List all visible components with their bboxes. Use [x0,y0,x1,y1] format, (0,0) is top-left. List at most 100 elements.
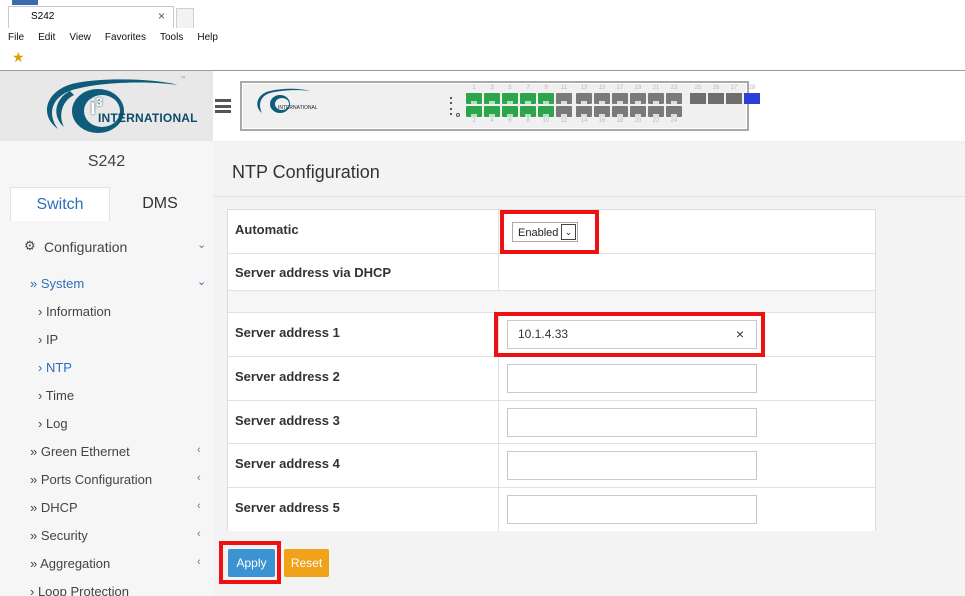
port-11[interactable] [556,93,572,104]
port-15[interactable] [594,93,610,104]
new-tab-button[interactable] [176,8,194,28]
port-24[interactable] [666,106,682,117]
menu-file[interactable]: File [0,30,30,46]
column-divider [498,254,499,290]
chevron-left-icon: ‹ [197,472,201,484]
port-number-label: 17 [616,85,624,91]
port-5[interactable] [502,93,518,104]
port-number-label: 19 [634,85,642,91]
tab-close-icon[interactable]: × [158,9,165,23]
sidebar-tabs: Switch DMS [10,187,210,221]
row-label: Automatic [235,222,299,237]
column-divider [498,357,499,400]
hamburger-menu-icon[interactable] [215,99,231,113]
port-22[interactable] [648,106,664,117]
chevron-down-icon: ⌄ [197,239,207,251]
server-address-4-input[interactable] [507,451,757,480]
table-row-server3: Server address 3 [228,401,875,444]
port-20[interactable] [630,106,646,117]
sfp-column: 26 [708,85,724,125]
sfp-port-27[interactable] [726,93,742,104]
port-3[interactable] [484,93,500,104]
browser-tab[interactable]: S242 × [8,6,174,28]
port-23[interactable] [666,93,682,104]
port-18[interactable] [612,106,628,117]
menu-view[interactable]: View [61,30,97,46]
port-number-label: 15 [598,85,606,91]
table-row-server4: Server address 4 [228,444,875,488]
sidebar-item-label: › Log [38,416,68,431]
port-12[interactable] [556,106,572,117]
column-divider [498,401,499,443]
tab-switch[interactable]: Switch [10,187,110,221]
port-14[interactable] [576,106,592,117]
reset-button[interactable]: Reset [284,549,329,577]
port-17[interactable] [612,93,628,104]
port-column: 15 16 [594,85,610,125]
sidebar-item-label: › Loop Protection [30,584,130,596]
logo-trademark: ™ [180,76,186,83]
port-1[interactable] [466,93,482,104]
port-7[interactable] [520,93,536,104]
sfp-column: 27 [726,85,742,125]
table-row-server5: Server address 5 [228,488,875,531]
port-number-label: 28 [748,85,756,91]
gear-icon: ⚙ [24,238,36,253]
switch-front-panel: INTERNATIONAL 1 2 3 4 5 6 7 8 9 10 11 12 13 14 15 16 17 1… [240,81,760,131]
sfp-port-26[interactable] [708,93,724,104]
port-number-label: 13 [580,85,588,91]
sfp-port-28[interactable] [744,93,760,104]
port-column: 78 [520,85,536,125]
tab-accent [12,0,38,5]
port-9[interactable] [538,93,554,104]
server-address-3-input[interactable] [507,408,757,437]
row-label: Server address 3 [235,413,340,428]
menu-favorites[interactable]: Favorites [97,30,152,46]
port-number-label: 7 [526,85,530,91]
sidebar-item-label: › NTP [38,360,72,375]
menu-help[interactable]: Help [189,30,224,46]
chevron-down-icon: ⌄ [197,276,207,288]
main-content: NTP Configuration Automatic Enabled ⌄ Se… [213,141,965,596]
port-16[interactable] [594,106,610,117]
port-13[interactable] [576,93,592,104]
menu-tools[interactable]: Tools [152,30,189,46]
ntp-config-table: Automatic Enabled ⌄ Server address via D… [227,209,876,531]
port-6[interactable] [502,106,518,117]
port-number-label: 10 [542,118,550,124]
port-column: 9 10 [538,85,554,125]
port-8[interactable] [520,106,536,117]
port-number-label: 20 [634,118,642,124]
port-group: 1 2 3 4 5 6 7 8 9 10 11 12 [466,85,572,125]
sidebar-item-label: » DHCP [30,500,78,515]
port-2[interactable] [466,106,482,117]
favorites-bar: ★ [0,48,965,70]
title-divider [213,196,965,197]
chevron-left-icon: ‹ [197,444,201,456]
sidebar: S242 Switch DMS ⚙ Configuration ⌄ » Syst… [0,141,213,596]
server-address-5-input[interactable] [507,495,757,524]
menu-edit[interactable]: Edit [30,30,61,46]
port-column: 23 24 [666,85,682,125]
table-row-server2: Server address 2 [228,357,875,401]
port-number-label: 24 [670,118,678,124]
port-4[interactable] [484,106,500,117]
port-column: 13 14 [576,85,592,125]
port-number-label: 25 [694,85,702,91]
panel-logo-icon [257,88,310,113]
sfp-column: 28 [744,85,760,125]
tab-dms[interactable]: DMS [110,187,210,221]
page-title: NTP Configuration [232,162,380,182]
port-column: 34 [484,85,500,125]
table-row-dhcp: Server address via DHCP [228,254,875,291]
table-spacer [228,291,875,313]
server-address-2-input[interactable] [507,364,757,393]
port-10[interactable] [538,106,554,117]
favorites-star-icon[interactable]: ★ [12,50,25,66]
logo-text: INTERNATIONAL [98,111,198,125]
port-21[interactable] [648,93,664,104]
sfp-port-25[interactable] [690,93,706,104]
port-number-label: 4 [490,118,494,124]
port-19[interactable] [630,93,646,104]
column-divider [498,444,499,487]
